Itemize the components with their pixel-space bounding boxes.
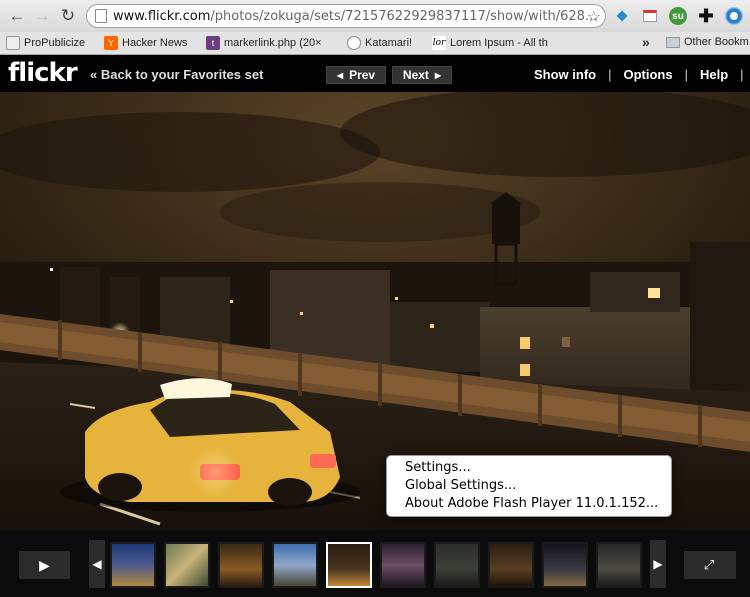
- thumbnail[interactable]: [272, 542, 318, 588]
- bookmark-katamari[interactable]: Katamari!: [347, 36, 412, 50]
- thumbnail[interactable]: [110, 542, 156, 588]
- flickr-header: flickr « Back to your Favorites set ◀ Pr…: [0, 56, 750, 92]
- thumbnail[interactable]: [218, 542, 264, 588]
- other-bookmarks[interactable]: Other Bookm: [666, 36, 749, 48]
- left-arrow-icon: ◀: [92, 557, 102, 571]
- bookmark-lorem-ipsum[interactable]: lor Lorem Ipsum - All th: [432, 36, 548, 50]
- thumbnail[interactable]: [488, 542, 534, 588]
- bookmark-label: markerlink.php (20×: [224, 37, 322, 49]
- page-icon: [95, 9, 107, 23]
- hacker-news-icon: Y: [104, 36, 118, 50]
- reload-icon[interactable]: ↻: [56, 4, 80, 28]
- other-bookmarks-label: Other Bookm: [684, 36, 749, 48]
- flash-context-menu: Settings... Global Settings... About Ado…: [386, 455, 672, 517]
- browser-toolbar: ← → ↻ www.flickr.com/photos/zokuga/sets/…: [0, 0, 750, 32]
- logo-text: flickr: [8, 58, 78, 88]
- separator: |: [740, 67, 744, 82]
- play-icon: ▶: [39, 556, 50, 573]
- prev-label: Prev: [349, 68, 376, 82]
- dropbox-icon[interactable]: ❖: [612, 6, 632, 26]
- menu-item-about-flash[interactable]: About Adobe Flash Player 11.0.1.152...: [387, 495, 671, 513]
- prev-arrow-icon: ◀: [336, 70, 344, 80]
- help-link[interactable]: Help: [700, 67, 728, 82]
- plus-extension-icon[interactable]: ✚: [696, 6, 716, 26]
- bookmark-label: ProPublicize: [24, 37, 86, 49]
- separator: |: [608, 67, 612, 82]
- header-links: Show info|Options|Help|St: [534, 67, 750, 82]
- thumbnail[interactable]: [434, 542, 480, 588]
- play-button[interactable]: ▶: [19, 551, 70, 579]
- prev-button[interactable]: ◀ Prev: [326, 66, 386, 84]
- stumbleupon-icon[interactable]: su: [668, 6, 688, 26]
- katamari-icon: [347, 36, 361, 50]
- folder-icon: [666, 36, 680, 48]
- bookmark-label: Hacker News: [122, 37, 188, 49]
- next-label: Next: [402, 68, 429, 82]
- filmstrip: ▶ ◀ ▶ ⤢: [0, 530, 750, 597]
- next-button[interactable]: Next ▶: [392, 66, 452, 84]
- bookmark-markerlink[interactable]: t markerlink.php (20×: [206, 36, 322, 50]
- back-icon[interactable]: ←: [5, 4, 29, 28]
- extension-icon[interactable]: [640, 6, 660, 26]
- markerlink-icon: t: [206, 36, 220, 50]
- lorem-ipsum-icon: lor: [432, 36, 446, 50]
- filmstrip-next-button[interactable]: ▶: [650, 540, 666, 588]
- url-host: www.flickr.com: [113, 8, 211, 24]
- right-arrow-icon: ▶: [653, 557, 663, 571]
- show-info-link[interactable]: Show info: [534, 67, 596, 82]
- fullscreen-button[interactable]: ⤢: [684, 551, 736, 579]
- thumbnail[interactable]: [164, 542, 210, 588]
- thumbnail-active[interactable]: [326, 542, 372, 588]
- url-path: /photos/zokuga/sets/72157622929837117/sh…: [210, 8, 598, 24]
- menu-item-settings[interactable]: Settings...: [387, 459, 671, 477]
- thumbnail[interactable]: [596, 542, 642, 588]
- forward-icon[interactable]: →: [30, 4, 54, 28]
- fullscreen-icon: ⤢: [703, 557, 717, 572]
- bookmark-hacker-news[interactable]: Y Hacker News: [104, 36, 187, 50]
- flickr-logo[interactable]: flickr: [8, 58, 78, 88]
- thumbnail[interactable]: [542, 542, 588, 588]
- filmstrip-prev-button[interactable]: ◀: [89, 540, 105, 588]
- address-bar[interactable]: www.flickr.com/photos/zokuga/sets/721576…: [86, 4, 606, 28]
- separator: |: [684, 67, 688, 82]
- menu-item-global-settings[interactable]: Global Settings...: [387, 477, 671, 495]
- bookmarks-overflow-button[interactable]: »: [642, 34, 650, 50]
- propublicize-icon: [6, 36, 20, 50]
- bookmarks-bar: ProPublicize Y Hacker News t markerlink.…: [0, 32, 750, 55]
- bookmark-label: Lorem Ipsum - All th: [450, 37, 548, 49]
- chrome-extension-icon[interactable]: [724, 6, 744, 26]
- bookmark-propublicize[interactable]: ProPublicize: [6, 36, 85, 50]
- bookmark-star-icon[interactable]: ☆: [587, 7, 601, 26]
- options-link[interactable]: Options: [624, 67, 673, 82]
- next-arrow-icon: ▶: [434, 70, 442, 80]
- back-to-set-link[interactable]: « Back to your Favorites set: [90, 67, 263, 82]
- thumbnail[interactable]: [380, 542, 426, 588]
- bookmark-label: Katamari!: [365, 37, 413, 49]
